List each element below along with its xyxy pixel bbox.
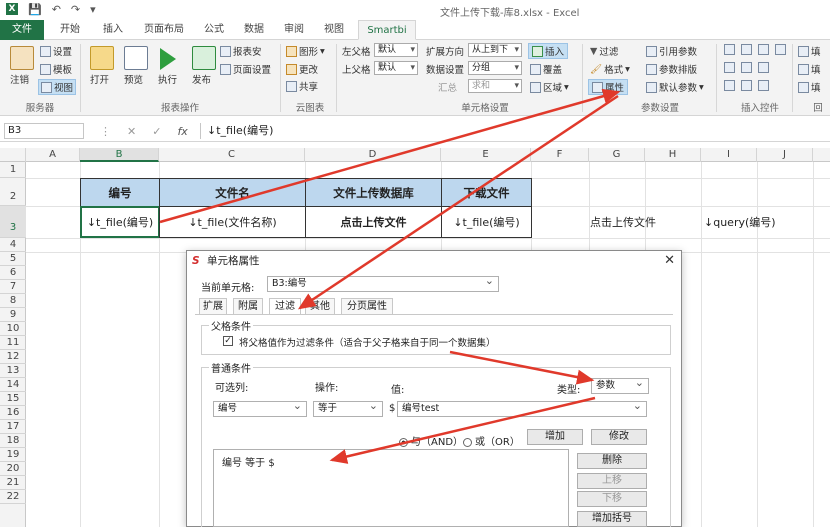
arrow-to-type-select bbox=[449, 350, 595, 385]
annotation-arrows bbox=[159, 88, 621, 464]
arrow-to-filter-tab bbox=[297, 94, 619, 310]
arrow-to-condition-list bbox=[329, 396, 596, 464]
arrow-to-properties bbox=[159, 88, 621, 224]
